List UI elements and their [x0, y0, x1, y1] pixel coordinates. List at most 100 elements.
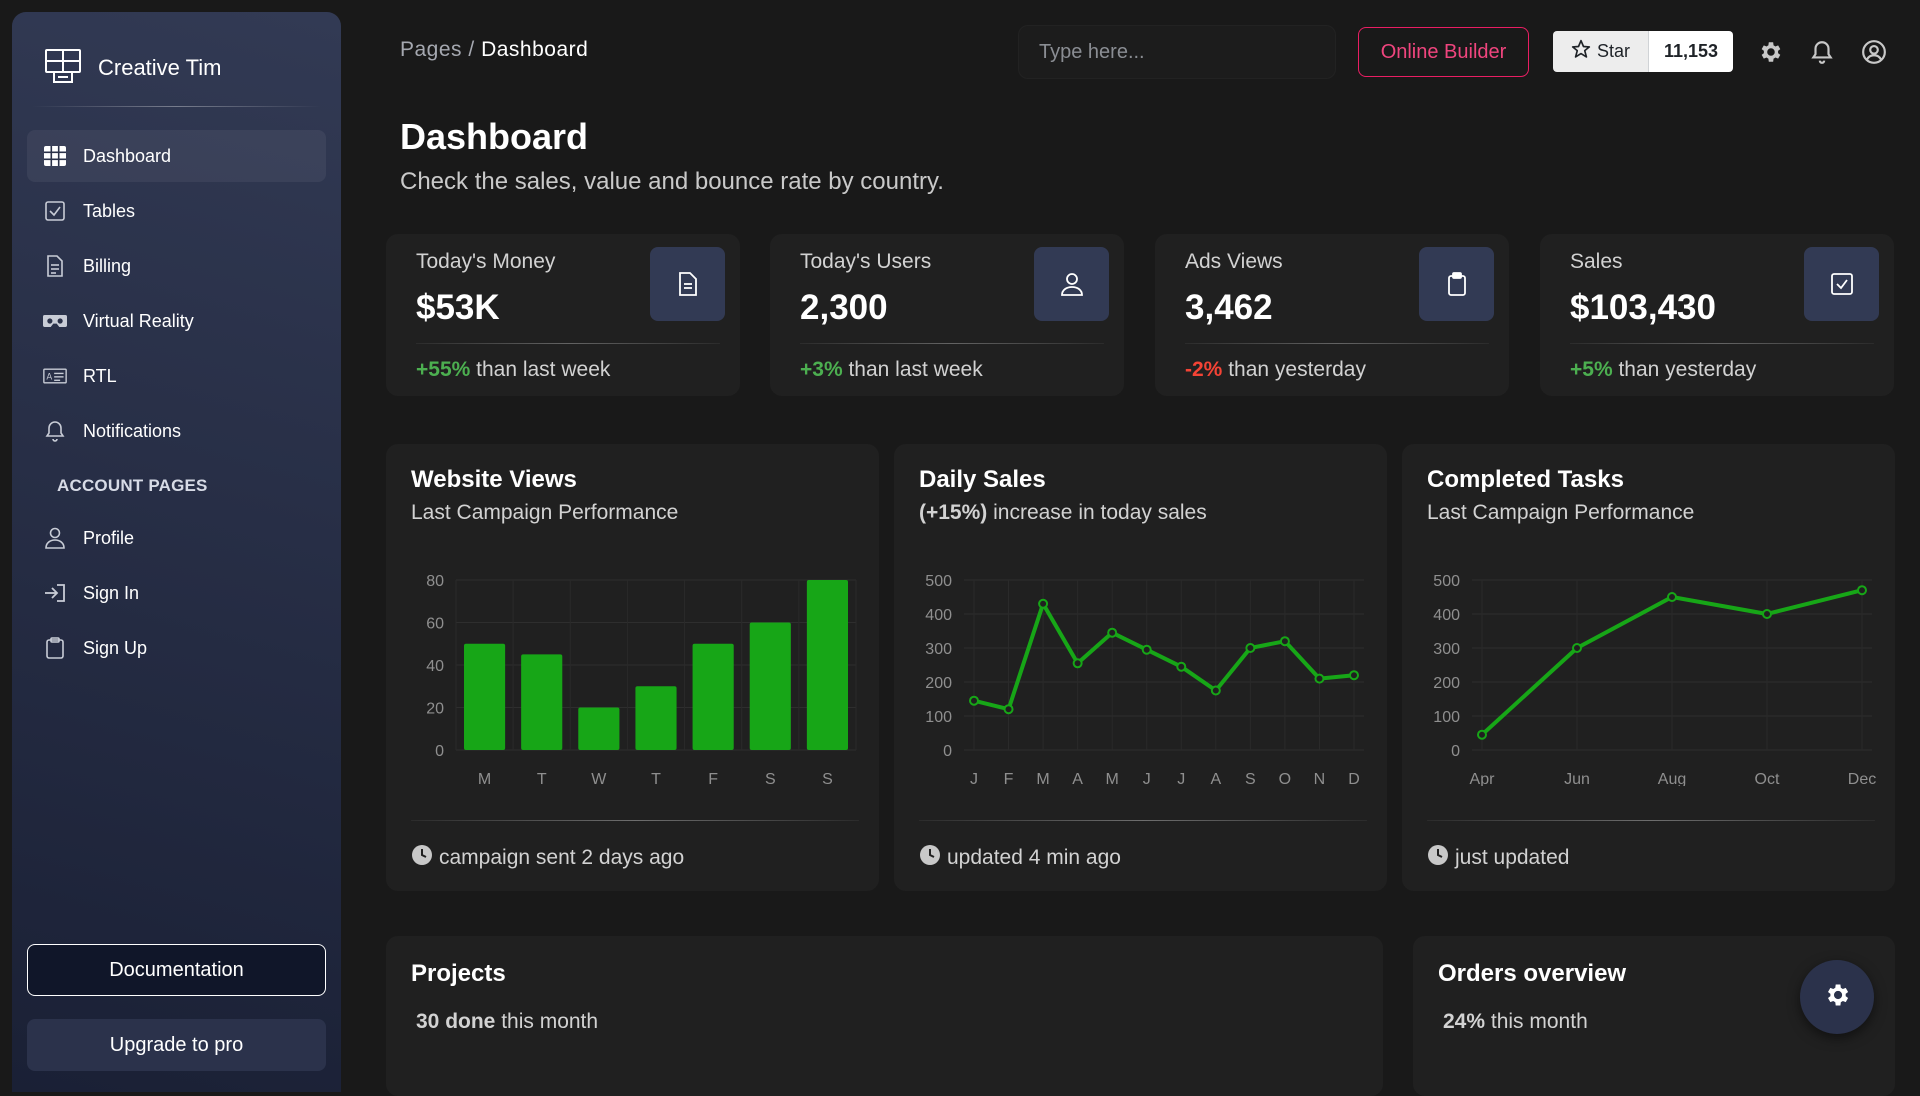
sidebar-item-sign-up[interactable]: Sign Up: [27, 622, 326, 674]
x-tick-label: J: [1177, 771, 1185, 786]
github-star-widget: Star 11,153: [1553, 31, 1733, 72]
creative-tim-logo-icon: [44, 47, 82, 90]
stat-label: Today's Users: [800, 250, 932, 273]
chart-card-daily-sales: Daily Sales (+15%) increase in today sal…: [894, 444, 1387, 891]
stat-change-suffix: than last week: [470, 358, 611, 381]
notification-bell-icon[interactable]: [1809, 39, 1835, 65]
gear-icon: [1823, 981, 1851, 1014]
sidebar-item-dashboard[interactable]: Dashboard: [27, 130, 326, 182]
y-tick-label: 0: [435, 743, 444, 760]
y-tick-label: 100: [1433, 709, 1460, 726]
x-tick-label: O: [1279, 771, 1291, 786]
sidebar-item-profile[interactable]: Profile: [27, 512, 326, 564]
projects-summary-suffix: this month: [495, 1010, 599, 1033]
y-tick-label: 40: [426, 658, 444, 675]
stat-change: +55%: [416, 358, 471, 381]
chart-subtitle-highlight: (+15%): [919, 501, 988, 524]
y-tick-label: 60: [426, 616, 444, 633]
projects-card: Projects 30 done this month: [386, 936, 1383, 1096]
sidebar-item-label: Billing: [83, 255, 132, 276]
line-chart-completed-tasks: 0 100 200 300 400 500 Apr Jun Aug Oct Dec: [1433, 573, 1876, 786]
bar: [464, 643, 506, 750]
gear-icon[interactable]: [1757, 39, 1783, 65]
stat-card-todays-money: Today's Money $53K +55% than last week: [386, 234, 740, 396]
upgrade-to-pro-button[interactable]: Upgrade to pro: [27, 1019, 326, 1071]
y-tick-label: 80: [426, 573, 444, 590]
x-tick-label: M: [1106, 771, 1119, 786]
x-tick-label: A: [1072, 771, 1083, 786]
star-button[interactable]: Star: [1553, 31, 1648, 72]
sidebar: Creative Tim Dashboard Tables Billing Vi…: [12, 12, 341, 1092]
online-builder-button[interactable]: Online Builder: [1358, 27, 1529, 77]
projects-summary: 30 done this month: [416, 1010, 598, 1034]
receipt-icon: [43, 254, 67, 278]
bar: [749, 622, 791, 750]
data-point: [1349, 670, 1359, 681]
data-point: [1857, 585, 1867, 596]
chart-subtitle-text: Last Campaign Performance: [1427, 501, 1695, 524]
chart-footer-text: campaign sent 2 days ago: [439, 846, 685, 869]
x-tick-label: J: [1143, 771, 1151, 786]
svg-text:A: A: [46, 372, 52, 382]
settings-fab-button[interactable]: [1800, 960, 1874, 1034]
data-point: [1210, 685, 1221, 696]
sidebar-item-notifications[interactable]: Notifications: [27, 405, 326, 457]
breadcrumb-parent[interactable]: Pages: [400, 38, 462, 61]
data-point: [1038, 598, 1049, 609]
y-tick-label: 200: [925, 675, 952, 692]
data-point: [1176, 661, 1187, 672]
sidebar-item-rtl[interactable]: A RTL: [27, 350, 326, 402]
document-icon: [650, 247, 725, 321]
data-point: [1245, 643, 1256, 653]
star-count[interactable]: 11,153: [1648, 31, 1733, 72]
sidebar-item-tables[interactable]: Tables: [27, 185, 326, 237]
chart-subtitle-text: increase in today sales: [987, 501, 1207, 524]
bar: [806, 580, 848, 750]
sidebar-item-billing[interactable]: Billing: [27, 240, 326, 292]
stat-label: Today's Money: [416, 250, 556, 273]
sidebar-item-label: Profile: [83, 527, 135, 548]
account-circle-icon[interactable]: [1861, 39, 1887, 65]
star-icon: [1571, 39, 1591, 64]
x-tick-label: S: [1245, 771, 1256, 786]
stat-footer: +3% than last week: [800, 358, 983, 382]
chart-title: Completed Tasks: [1427, 466, 1624, 493]
stat-value: 3,462: [1185, 288, 1273, 327]
y-tick-label: 100: [925, 709, 952, 726]
bar-chart-website-views: 0 20 40 60 80 M T W T F S S: [426, 573, 857, 786]
y-tick-label: 300: [1433, 641, 1460, 658]
stat-divider: [1185, 343, 1489, 344]
stat-value: $53K: [416, 288, 500, 327]
chart-footer: updated 4 min ago: [919, 844, 1121, 872]
orders-percent: 24%: [1443, 1010, 1486, 1033]
bar: [692, 643, 734, 750]
x-tick-label: F: [708, 771, 718, 786]
breadcrumb-current: Dashboard: [481, 38, 589, 61]
sidebar-item-virtual-reality[interactable]: Virtual Reality: [27, 295, 326, 347]
sidebar-nav: Dashboard Tables Billing Virtual Reality…: [27, 130, 326, 677]
stat-divider: [416, 343, 720, 344]
chart-subtitle-text: Last Campaign Performance: [411, 501, 679, 524]
documentation-button[interactable]: Documentation: [27, 944, 326, 996]
stat-divider: [1570, 343, 1874, 344]
data-point: [1279, 636, 1290, 647]
x-tick-label: S: [822, 771, 833, 786]
y-tick-label: 500: [925, 573, 952, 590]
chart-card-website-views: Website Views Last Campaign Performance …: [386, 444, 879, 891]
brand[interactable]: Creative Tim: [44, 44, 221, 92]
y-tick-label: 0: [943, 743, 952, 760]
projects-title: Projects: [411, 960, 506, 987]
search-input[interactable]: Type here...: [1018, 25, 1336, 79]
sidebar-item-sign-in[interactable]: Sign In: [27, 567, 326, 619]
chart-divider: [919, 820, 1367, 821]
data-point: [1477, 729, 1487, 740]
chart-footer-text: just updated: [1455, 846, 1570, 869]
person-icon: [43, 526, 67, 550]
y-tick-label: 400: [1433, 607, 1460, 624]
sidebar-item-label: Notifications: [83, 420, 182, 441]
stat-change-suffix: than yesterday: [1612, 358, 1757, 381]
y-tick-label: 200: [1433, 675, 1460, 692]
stat-card-ads-views: Ads Views 3,462 -2% than yesterday: [1155, 234, 1509, 396]
stat-divider: [800, 343, 1104, 344]
chart-footer: just updated: [1427, 844, 1569, 872]
